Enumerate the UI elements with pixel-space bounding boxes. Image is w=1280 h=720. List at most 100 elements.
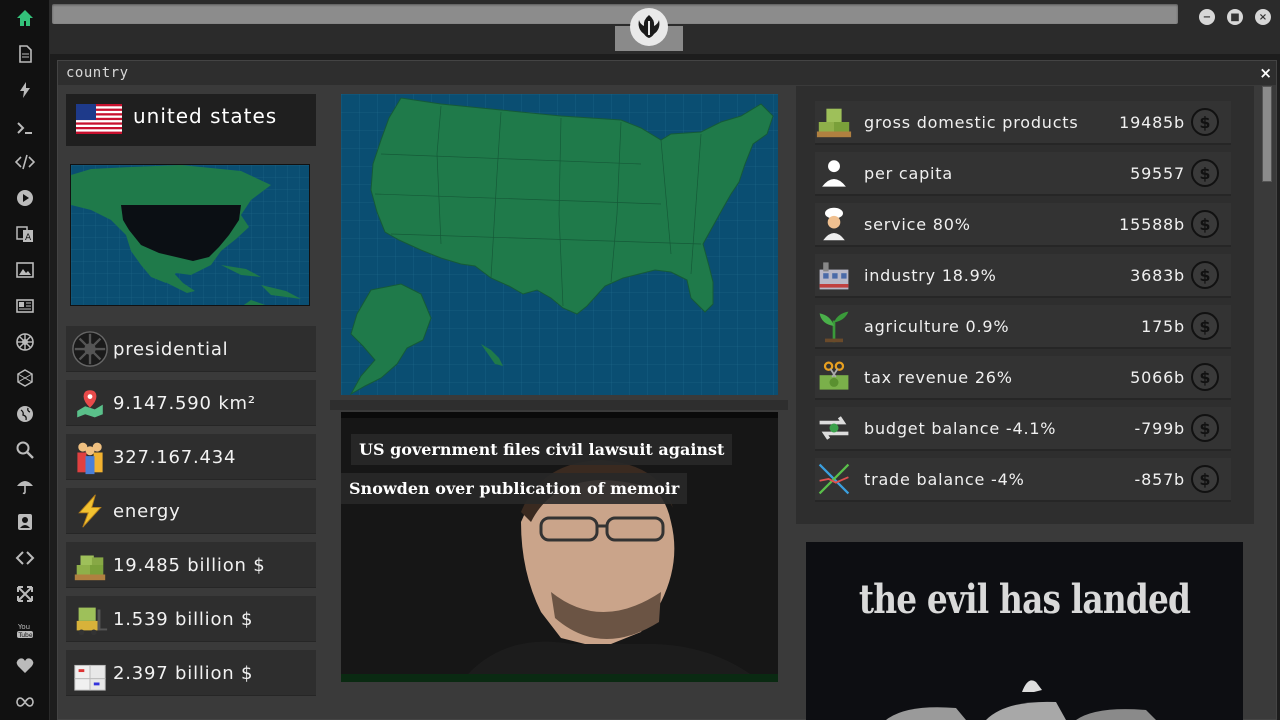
coin-icon[interactable]: $ bbox=[1191, 261, 1219, 289]
news-headline-line2: Snowden over publication of memoir bbox=[341, 473, 688, 504]
economy-value: 5066b bbox=[1130, 367, 1185, 387]
expand-icon[interactable] bbox=[13, 582, 37, 606]
minimize-button[interactable]: − bbox=[1199, 9, 1215, 25]
translate-icon[interactable]: A bbox=[13, 222, 37, 246]
economy-row-trade-balance: trade balance -4% -857b $ bbox=[815, 458, 1231, 500]
svg-text:A: A bbox=[25, 233, 32, 243]
plant-icon bbox=[815, 307, 853, 345]
economy-value: -799b bbox=[1134, 418, 1185, 438]
economy-value: 15588b bbox=[1119, 214, 1185, 234]
economy-label: gross domestic products bbox=[864, 112, 1079, 132]
section-divider bbox=[330, 400, 788, 410]
panel-header: country × bbox=[58, 61, 1276, 85]
newspaper-icon[interactable] bbox=[13, 294, 37, 318]
maximize-button[interactable]: ■ bbox=[1227, 9, 1243, 25]
forklift-icon bbox=[70, 599, 110, 639]
news-card[interactable]: US government files civil lawsuit agains… bbox=[341, 412, 778, 682]
terminal-icon[interactable] bbox=[13, 116, 37, 140]
population-label: 327.167.434 bbox=[113, 446, 237, 468]
economy-row-service: service 80% 15588b $ bbox=[815, 203, 1231, 245]
panel-title: country bbox=[66, 65, 129, 81]
svg-text:Tube: Tube bbox=[18, 632, 33, 639]
economy-label: per capita bbox=[864, 163, 953, 183]
close-window-button[interactable]: × bbox=[1255, 9, 1271, 25]
hexagon-icon[interactable] bbox=[13, 366, 37, 390]
energy-row: energy bbox=[66, 488, 316, 534]
economy-value: -857b bbox=[1134, 469, 1185, 489]
news-headline-line1: US government files civil lawsuit agains… bbox=[351, 434, 733, 465]
imports-row: 2.397 billion $ bbox=[66, 650, 316, 696]
empire-icon bbox=[70, 329, 110, 369]
economy-label: industry 18.9% bbox=[864, 265, 997, 285]
chef-icon bbox=[815, 205, 853, 243]
location-minimap bbox=[70, 164, 310, 306]
government-type-row: presidential bbox=[66, 326, 316, 372]
economy-row-per-capita: per capita 59557 $ bbox=[815, 152, 1231, 194]
play-icon[interactable] bbox=[13, 186, 37, 210]
link-icon[interactable] bbox=[13, 546, 37, 570]
coin-icon[interactable]: $ bbox=[1191, 414, 1219, 442]
home-icon[interactable] bbox=[13, 6, 37, 30]
economy-label: trade balance -4% bbox=[864, 469, 1025, 489]
heart-icon[interactable] bbox=[13, 654, 37, 678]
gdp-label: 19.485 billion $ bbox=[113, 554, 266, 576]
population-row: 327.167.434 bbox=[66, 434, 316, 480]
scrollbar[interactable] bbox=[1262, 86, 1272, 182]
boxes-icon bbox=[70, 653, 110, 693]
economy-label: budget balance -4.1% bbox=[864, 418, 1057, 438]
country-map bbox=[341, 94, 778, 395]
title-bar: − ■ × bbox=[50, 0, 1280, 54]
country-name: united states bbox=[133, 104, 278, 128]
search-icon[interactable] bbox=[13, 438, 37, 462]
rebel-alliance-logo[interactable] bbox=[630, 8, 668, 46]
coin-icon[interactable]: $ bbox=[1191, 363, 1219, 391]
imports-label: 2.397 billion $ bbox=[113, 662, 254, 684]
bolt-icon[interactable] bbox=[13, 78, 37, 102]
empire-icon[interactable] bbox=[13, 330, 37, 354]
infinity-icon[interactable] bbox=[13, 690, 37, 714]
person-icon bbox=[815, 154, 853, 192]
svg-text:You: You bbox=[17, 623, 30, 631]
economy-value: 59557 bbox=[1130, 163, 1185, 183]
image-icon[interactable] bbox=[13, 258, 37, 282]
coin-icon[interactable]: $ bbox=[1191, 210, 1219, 238]
panel-close-button[interactable]: × bbox=[1259, 64, 1272, 82]
contact-icon[interactable] bbox=[13, 510, 37, 534]
economy-value: 19485b bbox=[1119, 112, 1185, 132]
globe-icon[interactable] bbox=[13, 402, 37, 426]
country-header: united states bbox=[66, 94, 316, 146]
youtube-icon[interactable]: You Tube bbox=[13, 618, 37, 642]
exports-row: 1.539 billion $ bbox=[66, 596, 316, 642]
factory-icon bbox=[815, 256, 853, 294]
code-icon[interactable] bbox=[13, 150, 37, 174]
promo-poster[interactable]: the evil has landed bbox=[806, 542, 1243, 720]
people-icon bbox=[70, 437, 110, 477]
trade-icon bbox=[815, 460, 853, 498]
address-field[interactable] bbox=[52, 4, 1178, 24]
us-flag-icon bbox=[76, 104, 122, 134]
map-pin-icon bbox=[70, 383, 110, 423]
exchange-icon bbox=[815, 409, 853, 447]
economy-row-industry: industry 18.9% 3683b $ bbox=[815, 254, 1231, 296]
economy-row-budget-balance: budget balance -4.1% -799b $ bbox=[815, 407, 1231, 449]
area-row: 9.147.590 km² bbox=[66, 380, 316, 426]
coin-icon[interactable]: $ bbox=[1191, 312, 1219, 340]
economy-row-gdp: gross domestic products 19485b $ bbox=[815, 101, 1231, 143]
economy-row-agriculture: agriculture 0.9% 175b $ bbox=[815, 305, 1231, 347]
exports-label: 1.539 billion $ bbox=[113, 608, 254, 630]
economy-label: agriculture 0.9% bbox=[864, 316, 1010, 336]
sidebar: A You Tube bbox=[0, 0, 50, 720]
coin-icon[interactable]: $ bbox=[1191, 465, 1219, 493]
coin-icon[interactable]: $ bbox=[1191, 108, 1219, 136]
government-type-label: presidential bbox=[113, 338, 229, 360]
umbrella-icon[interactable] bbox=[13, 474, 37, 498]
money-pallet-icon bbox=[815, 103, 853, 141]
document-icon[interactable] bbox=[13, 42, 37, 66]
lightning-icon bbox=[70, 491, 110, 531]
scissors-money-icon bbox=[815, 358, 853, 396]
economy-label: tax revenue 26% bbox=[864, 367, 1013, 387]
money-pallet-icon bbox=[70, 545, 110, 585]
area-label: 9.147.590 km² bbox=[113, 392, 256, 414]
gdp-row: 19.485 billion $ bbox=[66, 542, 316, 588]
coin-icon[interactable]: $ bbox=[1191, 159, 1219, 187]
